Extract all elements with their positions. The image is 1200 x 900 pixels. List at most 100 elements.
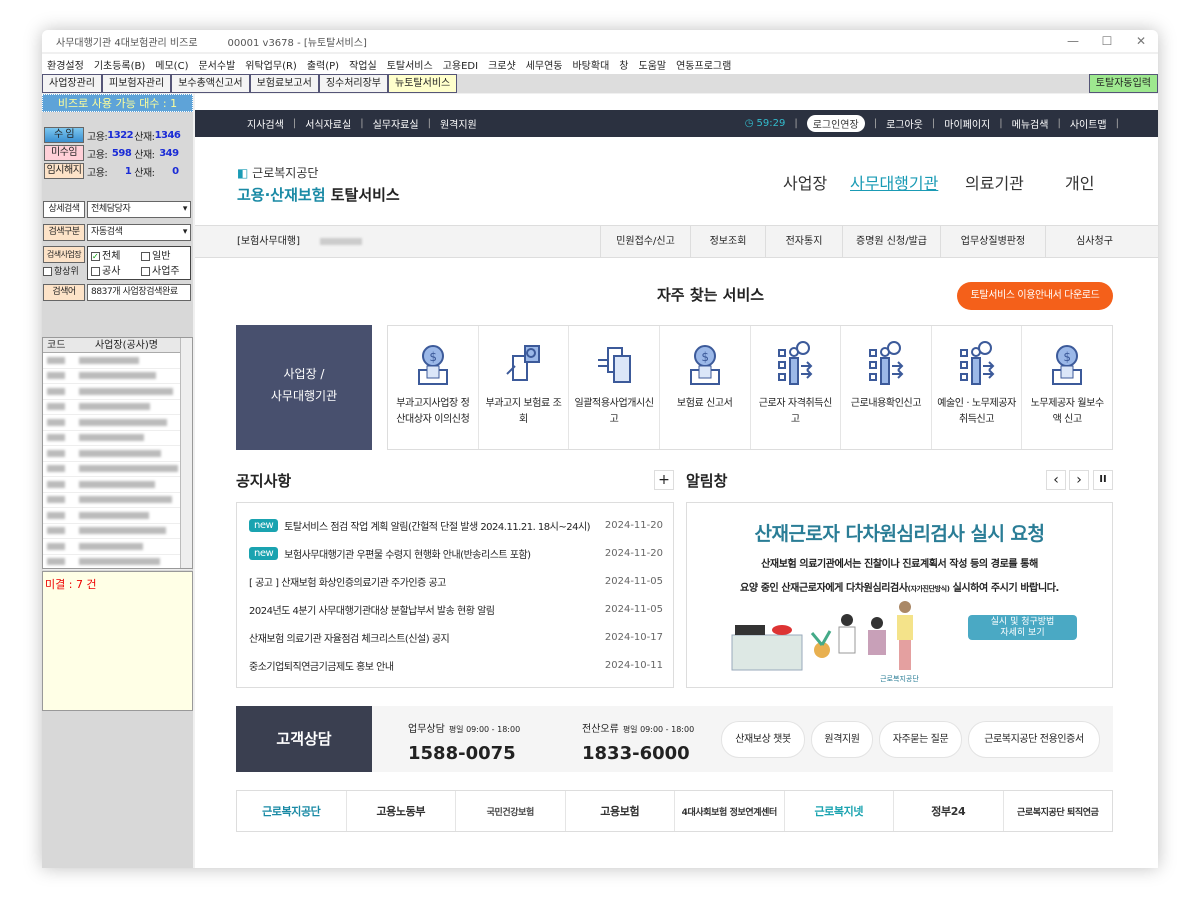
menu-item[interactable]: 바탕확대: [572, 57, 609, 72]
table-row[interactable]: [43, 369, 192, 384]
service-card[interactable]: $ 부과고지사업장 정산대상자 이의신청: [388, 326, 479, 449]
toolbar-tab[interactable]: 뉴토탈서비스: [388, 74, 458, 93]
menu-item[interactable]: 창: [619, 57, 628, 72]
service-card[interactable]: $ 노무제공자 월보수액 신고: [1022, 326, 1112, 449]
next-button[interactable]: ›: [1069, 470, 1089, 490]
gnb-personal[interactable]: 개인: [1065, 170, 1094, 194]
toolbar-tab[interactable]: 보험료보고서: [249, 74, 319, 93]
table-row[interactable]: [43, 384, 192, 400]
topbar-link[interactable]: 지사검색: [247, 116, 284, 131]
menu-item[interactable]: 연동프로그램: [676, 57, 731, 72]
service-card[interactable]: 일괄적용사업개시신고: [569, 326, 660, 449]
always-top-checkbox[interactable]: 항상위: [43, 264, 79, 277]
table-row[interactable]: [43, 477, 192, 493]
table-row[interactable]: [43, 462, 192, 477]
faq-link[interactable]: 자주묻는 질문: [879, 721, 962, 758]
service-card[interactable]: 근로내용확인신고: [841, 326, 932, 449]
partner-logo[interactable]: 고용노동부: [347, 791, 456, 831]
notice-row[interactable]: new 토탈서비스 점검 작업 계획 알림(간헐적 단절 발생 2024.11.2…: [237, 511, 673, 539]
toolbar-tab[interactable]: 피보험자관리: [102, 74, 172, 93]
col-name[interactable]: 사업장(공사)명: [73, 338, 180, 352]
chatbot-link[interactable]: 산재보상 챗봇: [721, 721, 805, 758]
notice-row[interactable]: new 보험사무대행기관 우편물 수령지 현행화 안내(반송리스트 포함) 2024…: [237, 539, 673, 567]
subnav-item[interactable]: 심사청구: [1045, 226, 1143, 257]
notice-row[interactable]: 중소기업퇴직연금기금제도 홍보 안내 2024-10-11: [237, 651, 673, 679]
table-row[interactable]: [43, 508, 192, 524]
site-logo[interactable]: ◧ 근로복지공단 고용·산재보험 토탈서비스: [237, 164, 400, 205]
subnav-item[interactable]: 증명원 신청/발급: [842, 226, 940, 257]
partner-logo[interactable]: 근로복지넷: [785, 791, 894, 831]
gnb-medical[interactable]: 의료기관: [965, 170, 1024, 194]
topbar-link[interactable]: 원격지원: [440, 116, 477, 131]
notice-title[interactable]: 2024년도 4분기 사무대행기관대상 분할납부서 발송 현황 알림: [249, 602, 603, 617]
certificate-link[interactable]: 근로복지공단 전용인증서: [968, 721, 1100, 758]
partner-logo[interactable]: 고용보험: [566, 791, 675, 831]
subnav-item[interactable]: 업무상질병판정: [940, 226, 1045, 257]
menu-item[interactable]: 기초등록(B): [94, 57, 145, 72]
stat-button[interactable]: 미수임: [44, 145, 84, 161]
check-owner[interactable]: 사업주: [141, 266, 180, 277]
menu-item[interactable]: 토탈서비스: [387, 57, 433, 72]
subnav-item[interactable]: 정보조회: [690, 226, 765, 257]
table-row[interactable]: [43, 431, 192, 446]
service-card[interactable]: $ 보험료 신고서: [660, 326, 751, 449]
service-card[interactable]: 부과고지 보험료 조회: [479, 326, 570, 449]
minimize-button[interactable]: —: [1056, 30, 1090, 52]
prev-button[interactable]: ‹: [1046, 470, 1066, 490]
menu-item[interactable]: 작업실: [349, 57, 377, 72]
search-type-select[interactable]: 자동검색 ▾: [87, 224, 191, 241]
topbar-link[interactable]: 마이페이지: [944, 116, 990, 131]
topbar-link[interactable]: 서식자료실: [305, 116, 351, 131]
detail-search-select[interactable]: 전체담당자 ▾: [87, 201, 191, 218]
col-code[interactable]: 코드: [43, 338, 73, 352]
remote-support-link[interactable]: 원격지원: [811, 721, 873, 758]
table-row[interactable]: [43, 446, 192, 462]
pause-button[interactable]: II: [1093, 470, 1113, 490]
service-card[interactable]: 근로자 자격취득신고: [751, 326, 842, 449]
table-row[interactable]: [43, 555, 192, 570]
maximize-button[interactable]: ☐: [1090, 30, 1124, 52]
toolbar-tab[interactable]: 사업장관리: [42, 74, 102, 93]
table-row[interactable]: [43, 493, 192, 508]
menu-item[interactable]: 위탁업무(R): [245, 57, 297, 72]
details-button[interactable]: 실시 및 청구방법 자세히 보기: [968, 615, 1077, 640]
topbar-link[interactable]: 실무자료실: [373, 116, 419, 131]
notice-row[interactable]: [ 공고 ] 산재보험 화상인증의료기관 주가인증 공고 2024-11-05: [237, 567, 673, 595]
menu-item[interactable]: 고용EDI: [443, 57, 478, 72]
toolbar-tab[interactable]: 징수처리장부: [318, 74, 389, 93]
subnav-item[interactable]: 전자통지: [765, 226, 842, 257]
table-row[interactable]: [43, 415, 192, 431]
partner-logo[interactable]: 근로복지공단 퇴직연금: [1004, 791, 1113, 831]
subnav-item[interactable]: 민원접수/신고: [600, 226, 690, 257]
download-guide-button[interactable]: 토탈서비스 이용안내서 다운로드: [957, 282, 1113, 310]
notice-title[interactable]: 중소기업퇴직연금기금제도 홍보 안내: [249, 658, 603, 673]
notice-row[interactable]: 2024년도 4분기 사무대행기관대상 분할납부서 발송 현황 알림 2024-1…: [237, 595, 673, 623]
topbar-link[interactable]: 로그아웃: [886, 116, 923, 131]
gnb-business[interactable]: 사업장: [783, 170, 827, 194]
partner-logo[interactable]: 근로복지공단: [237, 791, 347, 831]
table-row[interactable]: [43, 524, 192, 539]
alert-banner[interactable]: 산재근로자 다차원심리검사 실시 요청 산재보험 의료기관에서는 진찰이나 진료…: [686, 502, 1113, 688]
table-row[interactable]: [43, 353, 192, 369]
keyword-input[interactable]: 8837개 사업장검색완료: [87, 284, 191, 301]
check-general[interactable]: 일반: [141, 251, 170, 262]
stat-button[interactable]: 수 임: [44, 127, 84, 143]
menu-item[interactable]: 출력(P): [307, 57, 339, 72]
notice-title[interactable]: [ 공고 ] 산재보험 화상인증의료기관 주가인증 공고: [249, 574, 603, 589]
notice-title[interactable]: 보험사무대행기관 우편물 수령지 현행화 안내(반송리스트 포함): [284, 546, 603, 561]
notice-title[interactable]: 산재보험 의료기관 자율점검 체크리스트(신설) 공지: [249, 630, 603, 645]
close-button[interactable]: ✕: [1124, 30, 1158, 52]
notices-more-button[interactable]: +: [654, 470, 674, 490]
topbar-link[interactable]: 사이트맵: [1070, 116, 1107, 131]
detail-search-button[interactable]: 상세검색: [43, 201, 85, 218]
partner-logo[interactable]: 4대사회보험 정보연계센터: [675, 791, 785, 831]
menu-item[interactable]: 도움말: [639, 57, 667, 72]
menu-item[interactable]: 크로샷: [488, 57, 516, 72]
menu-item[interactable]: 메모(C): [155, 57, 188, 72]
menu-item[interactable]: 환경설정: [47, 57, 84, 72]
check-construction[interactable]: 공사: [91, 264, 141, 279]
auto-input-button[interactable]: 토탈자동입력: [1088, 74, 1158, 93]
list-scrollbar[interactable]: [180, 338, 192, 568]
table-row[interactable]: [43, 400, 192, 415]
table-row[interactable]: [43, 539, 192, 555]
